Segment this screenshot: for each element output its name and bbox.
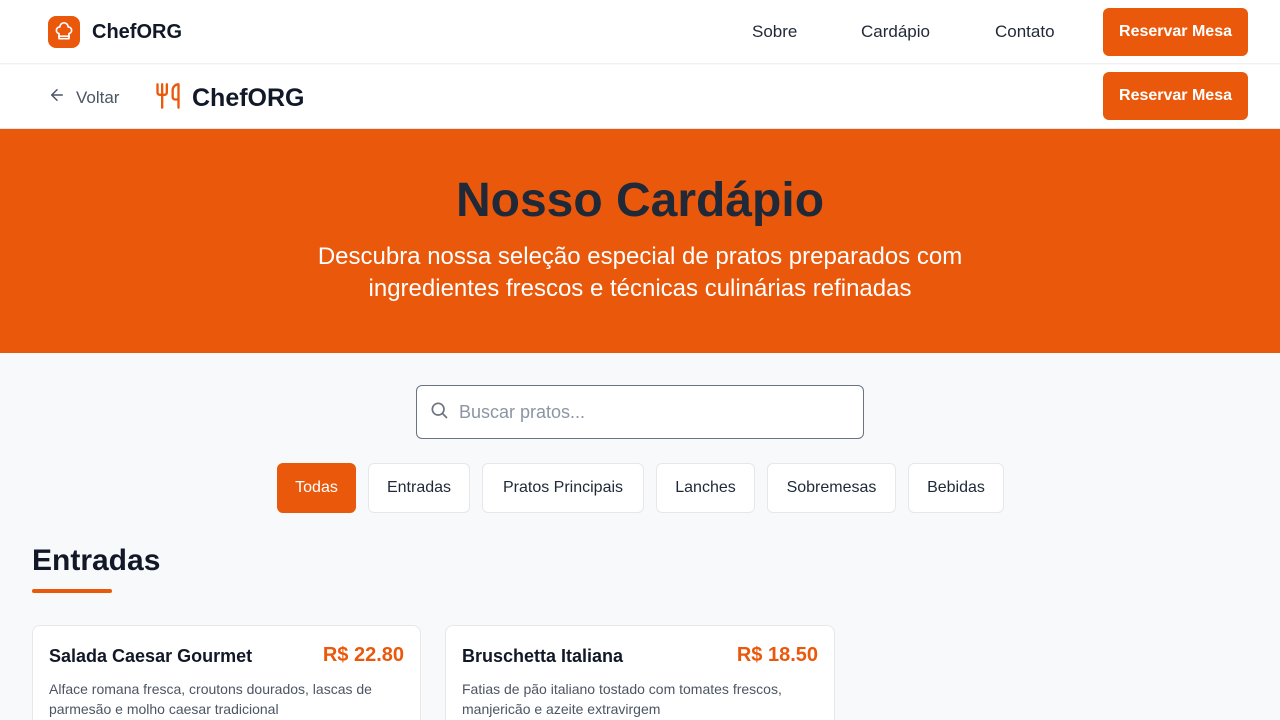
hero-banner: Nosso Cardápio Descubra nossa seleção es… <box>0 129 1280 353</box>
filter-chip-entradas[interactable]: Entradas <box>368 463 470 513</box>
back-button[interactable]: Voltar <box>48 86 119 109</box>
filter-chip-pratos-principais[interactable]: Pratos Principais <box>482 463 644 513</box>
section-title: Entradas <box>32 544 161 577</box>
nav-link-cardapio[interactable]: Cardápio <box>861 22 930 42</box>
top-navbar: ChefORG Sobre Cardápio Contato Reservar … <box>0 0 1280 64</box>
utensils-icon <box>154 80 182 117</box>
nav-link-sobre[interactable]: Sobre <box>752 22 797 42</box>
dish-description: Alface romana fresca, croutons dourados,… <box>49 681 372 717</box>
dish-name: Salada Caesar Gourmet <box>49 646 253 666</box>
reserve-table-button[interactable]: Reservar Mesa <box>1103 8 1248 56</box>
search-icon <box>429 400 449 425</box>
nav-link-contato[interactable]: Contato <box>995 22 1055 42</box>
back-label: Voltar <box>76 87 120 107</box>
search-input[interactable] <box>459 401 849 423</box>
brand-name-large: ChefORG <box>192 84 305 112</box>
brand-name: ChefORG <box>92 20 182 43</box>
page-subtitle: Descubra nossa seleção especial de prato… <box>317 243 963 302</box>
reserve-table-button-secondary[interactable]: Reservar Mesa <box>1103 72 1248 120</box>
brand-home-link[interactable]: ChefORG <box>48 16 182 48</box>
search-box <box>416 385 864 439</box>
filter-chip-sobremesas[interactable]: Sobremesas <box>767 463 896 513</box>
dish-price: R$ 18.50 <box>736 644 818 666</box>
dish-price: R$ 22.80 <box>322 644 404 666</box>
filter-chip-bebidas[interactable]: Bebidas <box>908 463 1004 513</box>
chef-hat-icon <box>48 16 80 48</box>
arrow-left-icon <box>48 86 66 109</box>
dish-name: Bruschetta Italiana <box>462 646 624 666</box>
dish-description: Fatias de pão italiano tostado com tomat… <box>462 681 782 717</box>
menu-page-header: Voltar ChefORG Reservar Mesa <box>0 65 1280 129</box>
section-underline <box>32 589 112 593</box>
dish-card[interactable]: Bruschetta Italiana R$ 18.50 Fatias de p… <box>445 625 835 720</box>
brand-logo-link[interactable]: ChefORG <box>154 80 305 117</box>
page-title: Nosso Cardápio <box>455 174 825 227</box>
filter-chip-lanches[interactable]: Lanches <box>656 463 755 513</box>
filter-chip-todas[interactable]: Todas <box>277 463 356 513</box>
dish-card[interactable]: Salada Caesar Gourmet R$ 22.80 Alface ro… <box>32 625 421 720</box>
